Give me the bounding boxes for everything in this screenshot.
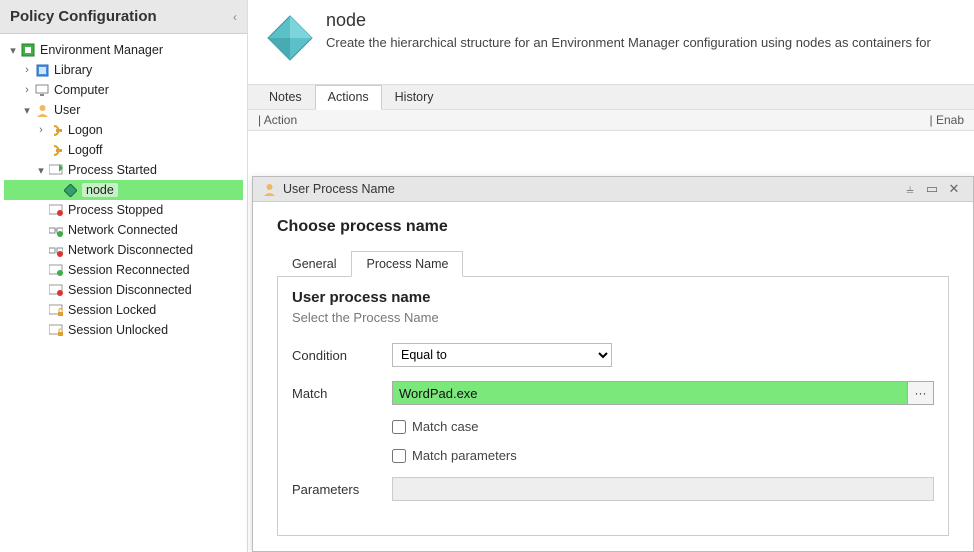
tab-process-name[interactable]: Process Name [351,251,463,277]
session-unlocked-icon [48,322,64,338]
tree-node[interactable]: node [4,180,243,200]
tree-computer[interactable]: › Computer [4,80,243,100]
pin-icon[interactable]: ⫨ [899,181,921,197]
sidebar: Policy Configuration ‹ ▾ Environment Man… [0,0,248,552]
logon-icon [48,122,64,138]
maximize-icon[interactable]: ▭ [921,181,943,197]
tab-general[interactable]: General [277,251,351,277]
tree-label: Process Stopped [68,203,163,217]
condition-label: Condition [292,348,392,363]
match-parameters-label: Match parameters [412,448,517,463]
tree-logon[interactable]: › Logon [4,120,243,140]
tab-history[interactable]: History [382,85,447,109]
session-disconnected-icon [48,282,64,298]
session-reconnected-icon [48,262,64,278]
tree: ▾ Environment Manager › Library › Comput… [0,34,247,346]
tree-library[interactable]: › Library [4,60,243,80]
node-header: node Create the hierarchical structure f… [248,0,974,84]
network-connected-icon [48,222,64,238]
dialog-tabs: General Process Name [277,250,949,277]
logoff-icon [48,142,64,158]
panel-title: User process name [292,289,934,306]
environment-manager-icon [20,42,36,58]
tree-logoff[interactable]: Logoff [4,140,243,160]
column-enabled: Enab [936,113,964,127]
parameters-label: Parameters [292,482,392,497]
user-icon [261,181,277,197]
process-name-panel: User process name Select the Process Nam… [277,277,949,536]
tab-actions[interactable]: Actions [315,85,382,110]
tree-label: Session Unlocked [68,323,168,337]
tree-label: Logoff [68,143,103,157]
tree-label: Network Connected [68,223,178,237]
condition-select[interactable]: Equal to [392,343,612,367]
sidebar-header: Policy Configuration ‹ [0,0,247,34]
tree-label: Session Reconnected [68,263,190,277]
tree-process-stopped[interactable]: Process Stopped [4,200,243,220]
node-icon [62,182,78,198]
main-tabs: Notes Actions History [248,84,974,110]
match-case-checkbox[interactable] [392,420,406,434]
tree-label: node [82,183,118,197]
match-case-label: Match case [412,419,478,434]
dialog-title: User Process Name [283,182,395,196]
tree-network-connected[interactable]: Network Connected [4,220,243,240]
tree-session-disconnected[interactable]: Session Disconnected [4,280,243,300]
computer-icon [34,82,50,98]
dialog-heading: Choose process name [277,218,949,236]
tab-notes[interactable]: Notes [256,85,315,109]
tree-label: Logon [68,123,103,137]
panel-sub: Select the Process Name [292,310,934,325]
network-disconnected-icon [48,242,64,258]
tree-user[interactable]: ▾ User [4,100,243,120]
tree-label: Session Disconnected [68,283,192,297]
tree-label: Computer [54,83,109,97]
user-icon [34,102,50,118]
tree-process-started[interactable]: ▾ Process Started [4,160,243,180]
process-stopped-icon [48,202,64,218]
user-process-name-dialog: User Process Name ⫨ ▭ ✕ Choose process n… [252,176,974,552]
session-locked-icon [48,302,64,318]
parameters-input [392,477,934,501]
tree-network-disconnected[interactable]: Network Disconnected [4,240,243,260]
library-icon [34,62,50,78]
collapse-sidebar-icon[interactable]: ‹ [233,10,237,24]
action-list-header: | Action | Enab [248,110,974,131]
process-started-icon [48,162,64,178]
tree-label: Library [54,63,92,77]
page-description: Create the hierarchical structure for an… [326,35,931,50]
sidebar-title: Policy Configuration [10,8,157,25]
tree-session-unlocked[interactable]: Session Unlocked [4,320,243,340]
tree-label: Network Disconnected [68,243,193,257]
tree-session-reconnected[interactable]: Session Reconnected [4,260,243,280]
tree-label: Environment Manager [40,43,163,57]
tree-label: Process Started [68,163,157,177]
node-header-icon [262,10,318,66]
page-title: node [326,10,931,31]
browse-button[interactable]: ··· [908,381,934,405]
match-input[interactable] [392,381,908,405]
tree-label: Session Locked [68,303,156,317]
dialog-titlebar[interactable]: User Process Name ⫨ ▭ ✕ [253,177,973,202]
tree-session-locked[interactable]: Session Locked [4,300,243,320]
close-icon[interactable]: ✕ [943,181,965,197]
column-action: Action [264,113,297,127]
match-label: Match [292,386,392,401]
tree-root[interactable]: ▾ Environment Manager [4,40,243,60]
tree-label: User [54,103,80,117]
match-parameters-checkbox[interactable] [392,449,406,463]
